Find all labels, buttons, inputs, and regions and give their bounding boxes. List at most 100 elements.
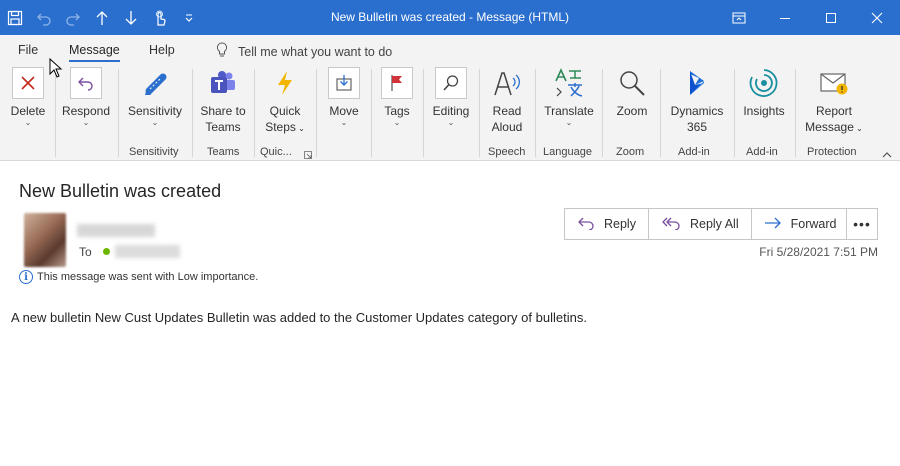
tags-label: Tags: [384, 104, 410, 118]
redo-icon[interactable]: [58, 0, 87, 35]
reply-all-button[interactable]: Reply All: [649, 209, 752, 239]
group-label-teams: Teams: [207, 146, 240, 158]
ribbon-separator: [423, 69, 424, 157]
move-button[interactable]: Move ⌄: [323, 65, 365, 127]
close-icon[interactable]: [854, 0, 900, 35]
tab-file[interactable]: File: [18, 43, 38, 57]
down-arrow-icon[interactable]: [116, 0, 145, 35]
customize-icon[interactable]: [174, 0, 203, 35]
avatar[interactable]: [24, 213, 66, 267]
lightning-icon: [269, 67, 301, 99]
delete-button[interactable]: Delete ⌄: [8, 65, 48, 127]
ribbon-separator: [795, 69, 796, 157]
insights-label: Insights: [743, 104, 785, 118]
quick-access-toolbar: [0, 0, 203, 35]
read-aloud-button[interactable]: Read Aloud: [486, 65, 528, 135]
zoom-label: Zoom: [616, 104, 648, 118]
tab-help[interactable]: Help: [149, 43, 175, 57]
ribbon-display-options-icon[interactable]: [716, 0, 762, 35]
group-label-quick-steps: Quic...: [260, 146, 292, 158]
touch-mode-icon[interactable]: [145, 0, 174, 35]
teams-label: Teams: [205, 120, 241, 134]
importance-text: This message was sent with Low importanc…: [37, 271, 259, 283]
reply-label: Reply: [604, 217, 636, 231]
minimize-icon[interactable]: [762, 0, 808, 35]
lightbulb-icon: [216, 42, 228, 61]
teams-icon: [207, 67, 239, 99]
importance-notice: i This message was sent with Low importa…: [19, 270, 258, 284]
ribbon-separator: [371, 69, 372, 157]
chevron-down-icon: ⌄: [447, 118, 455, 127]
editing-label: Editing: [432, 104, 470, 118]
group-label-add-in-2: Add-in: [746, 146, 778, 158]
more-actions-icon: •••: [853, 216, 871, 232]
ribbon-separator: [316, 69, 317, 157]
ribbon-separator: [192, 69, 193, 157]
tab-message[interactable]: Message: [69, 43, 120, 62]
respond-label: Respond: [61, 104, 111, 118]
window-controls: [716, 0, 900, 35]
ribbon-tabs: File Message Help Tell me what you want …: [0, 35, 900, 65]
group-label-add-in: Add-in: [678, 146, 710, 158]
ribbon-separator: [479, 69, 480, 157]
chevron-down-icon: ⌄: [24, 118, 32, 127]
translate-label: Translate: [544, 104, 594, 118]
up-arrow-icon[interactable]: [87, 0, 116, 35]
tags-button[interactable]: Tags ⌄: [378, 65, 416, 127]
group-label-zoom: Zoom: [616, 146, 645, 158]
more-actions-button[interactable]: •••: [846, 208, 878, 240]
presence-status-icon: [102, 247, 111, 256]
message-body: A new bulletin New Cust Updates Bulletin…: [11, 310, 587, 325]
chevron-down-icon: ⌄: [151, 118, 159, 127]
sensitivity-label: Sensitivity: [127, 104, 183, 118]
sensitivity-button[interactable]: Sensitivity ⌄: [124, 65, 186, 127]
quick-steps-button[interactable]: Quick Steps ⌄: [262, 65, 308, 137]
report-label: Report: [815, 104, 853, 118]
save-icon[interactable]: [0, 0, 29, 35]
info-icon: i: [19, 270, 33, 284]
dynamics-365-label: 365: [686, 120, 708, 134]
dialog-launcher-icon[interactable]: [304, 148, 312, 162]
to-label: To: [79, 245, 92, 259]
search-icon: [435, 67, 467, 99]
reply-button[interactable]: Reply: [565, 209, 649, 239]
aloud-label: Aloud: [491, 120, 523, 134]
group-label-sensitivity: Sensitivity: [129, 146, 179, 158]
forward-icon: [764, 216, 782, 233]
zoom-button[interactable]: Zoom: [612, 65, 652, 119]
zoom-icon: [616, 67, 648, 99]
undo-icon[interactable]: [29, 0, 58, 35]
dynamics-365-button[interactable]: Dynamics 365: [667, 65, 727, 135]
insights-button[interactable]: Insights: [741, 65, 787, 119]
translate-button[interactable]: Translate ⌄: [543, 65, 595, 127]
recipient-redacted[interactable]: [115, 245, 180, 258]
reply-icon: [577, 216, 595, 233]
sensitivity-icon: [139, 67, 171, 99]
editing-button[interactable]: Editing ⌄: [429, 65, 473, 127]
tell-me-search[interactable]: Tell me what you want to do: [216, 42, 392, 61]
respond-icon: [70, 67, 102, 99]
share-to-label: Share to: [200, 104, 246, 118]
translate-icon: [553, 67, 585, 99]
ribbon-separator: [254, 69, 255, 157]
flag-icon: [381, 67, 413, 99]
dynamics-365-icon: [681, 67, 713, 99]
group-label-protection: Protection: [807, 146, 857, 158]
respond-button[interactable]: Respond ⌄: [61, 65, 111, 127]
chevron-down-icon: ⌄: [393, 118, 401, 127]
report-message-button[interactable]: Report Message ⌄: [803, 65, 865, 137]
sender-name-redacted[interactable]: [77, 224, 155, 237]
ribbon-separator: [660, 69, 661, 157]
chevron-down-icon: ⌄: [565, 118, 573, 127]
read-label: Read: [492, 104, 522, 118]
collapse-ribbon-icon[interactable]: [882, 148, 892, 162]
group-label-speech: Speech: [488, 146, 526, 158]
forward-button[interactable]: Forward: [752, 209, 849, 239]
mouse-cursor-icon: [49, 57, 63, 81]
maximize-icon[interactable]: [808, 0, 854, 35]
delete-icon: [12, 67, 44, 99]
group-label-language: Language: [543, 146, 592, 158]
steps-label: Steps: [265, 120, 296, 134]
share-to-teams-button[interactable]: Share to Teams: [198, 65, 248, 135]
title-bar: New Bulletin was created - Message (HTML…: [0, 0, 900, 35]
